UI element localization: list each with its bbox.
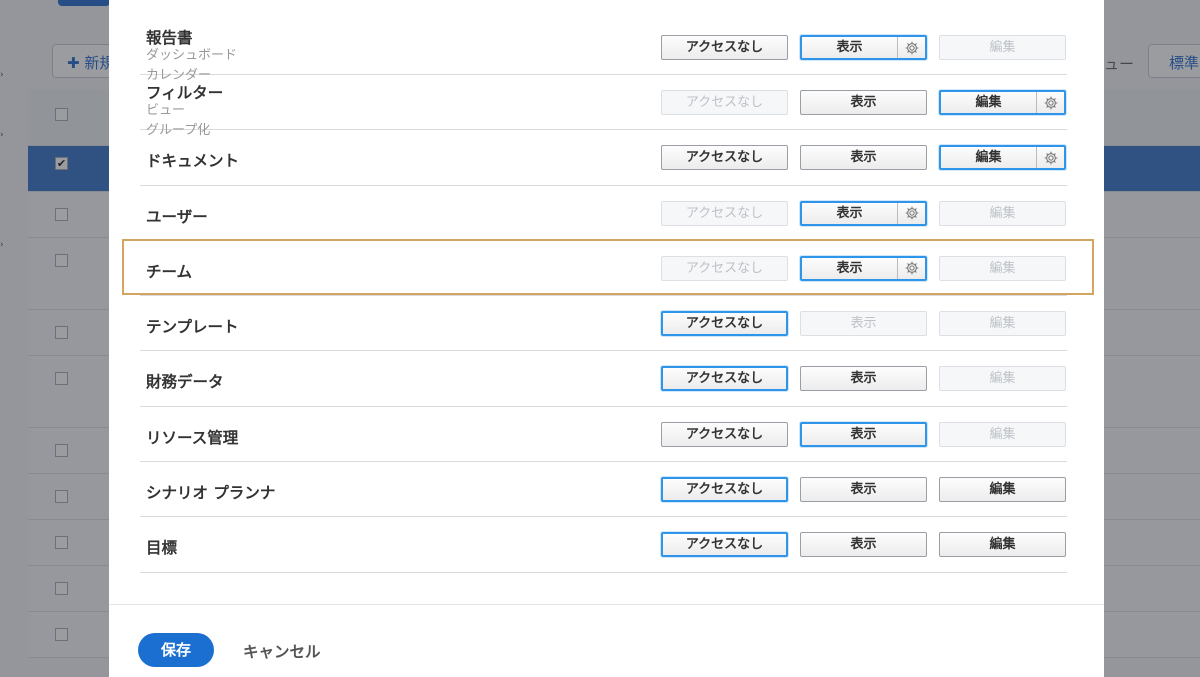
cancel-button[interactable]: キャンセル [243, 640, 321, 662]
view-button-label: 表示 [836, 260, 863, 276]
no-access-button[interactable]: アクセスなし [661, 311, 788, 337]
permission-name: 財務データ [146, 373, 224, 392]
modal-footer: 保存 キャンセル [109, 604, 1104, 677]
permission-row: ユーザー アクセスなし 表示 編集 [140, 186, 1067, 241]
permission-row: 目標 アクセスなし 表示 編集 [140, 517, 1067, 573]
edit-button-label: 編集 [989, 205, 1016, 221]
edit-button-label: 編集 [975, 95, 1002, 110]
no-access-button[interactable]: アクセスなし [661, 90, 788, 115]
permission-row: テンプレート アクセスなし 表示 編集 [140, 296, 1067, 352]
view-button-label: 表示 [836, 205, 863, 221]
edit-button-label: 編集 [989, 371, 1016, 387]
no-access-button[interactable]: アクセスなし [661, 200, 788, 226]
view-button[interactable]: 表示 [800, 311, 927, 337]
permission-name: テンプレート [146, 318, 239, 337]
edit-button-label: 編集 [989, 260, 1016, 276]
view-button-label: 表示 [850, 150, 877, 166]
edit-button-label: 編集 [989, 316, 1016, 332]
no-access-button[interactable]: アクセスなし [661, 366, 788, 392]
edit-button-label: 編集 [989, 40, 1016, 55]
view-button[interactable]: 表示 [800, 532, 927, 558]
no-access-button-label: アクセスなし [685, 371, 764, 387]
gear-icon[interactable] [897, 202, 925, 224]
view-button[interactable]: 表示 [800, 477, 927, 503]
no-access-button-label: アクセスなし [685, 95, 764, 110]
permission-name: リソース管理 [146, 428, 239, 447]
view-button[interactable]: 表示 [800, 200, 927, 226]
permission-name: 報告書 [146, 29, 193, 47]
view-button-label: 表示 [836, 40, 863, 55]
gear-icon[interactable] [897, 37, 925, 58]
edit-button[interactable]: 編集 [939, 255, 1066, 281]
permission-list: 報告書 ダッシュボード カレンダー アクセスなし 表示 編集 フィルター ビュー グループ化 アク… [140, 20, 1067, 573]
view-button[interactable]: 表示 [800, 255, 927, 281]
edit-button[interactable]: 編集 [939, 145, 1066, 171]
no-access-button[interactable]: アクセスなし [661, 35, 788, 60]
edit-button[interactable]: 編集 [939, 421, 1066, 447]
edit-button[interactable]: 編集 [939, 366, 1066, 392]
permission-row: 報告書 ダッシュボード カレンダー アクセスなし 表示 編集 [140, 20, 1067, 83]
no-access-button[interactable]: アクセスなし [661, 477, 788, 503]
edit-button[interactable]: 編集 [939, 477, 1066, 503]
edit-button[interactable]: 編集 [939, 532, 1066, 558]
no-access-button-label: アクセスなし [685, 482, 764, 498]
view-button-label: 表示 [850, 95, 877, 110]
no-access-button[interactable]: アクセスなし [661, 255, 788, 281]
view-button-label: 表示 [850, 482, 877, 498]
permission-sub-item: ビュー [146, 103, 186, 118]
view-button-label: 表示 [850, 537, 877, 553]
view-button-label: 表示 [850, 426, 877, 442]
no-access-button[interactable]: アクセスなし [661, 421, 788, 447]
no-access-button-label: アクセスなし [685, 205, 764, 221]
permission-name: ユーザー [146, 207, 208, 226]
permission-row: シナリオ プランナ アクセスなし 表示 編集 [140, 462, 1067, 518]
view-button[interactable]: 表示 [800, 421, 927, 447]
permissions-modal: 報告書 ダッシュボード カレンダー アクセスなし 表示 編集 フィルター ビュー グループ化 アク… [109, 0, 1104, 677]
view-button-label: 表示 [850, 316, 877, 332]
view-button[interactable]: 表示 [800, 90, 927, 115]
save-button[interactable]: 保存 [138, 633, 214, 667]
no-access-button-label: アクセスなし [685, 40, 764, 55]
permission-row: フィルター ビュー グループ化 アクセスなし 表示 編集 [140, 75, 1067, 138]
no-access-button-label: アクセスなし [685, 316, 764, 332]
no-access-button-label: アクセスなし [685, 426, 764, 442]
no-access-button[interactable]: アクセスなし [661, 532, 788, 558]
permission-name: シナリオ プランナ [146, 484, 276, 503]
permission-name: フィルター [146, 84, 224, 102]
no-access-button-label: アクセスなし [685, 537, 764, 553]
permission-row: ドキュメント アクセスなし 表示 編集 [140, 130, 1067, 186]
gear-icon[interactable] [1036, 147, 1064, 169]
gear-icon[interactable] [1036, 92, 1064, 113]
edit-button-label: 編集 [989, 482, 1016, 498]
view-button[interactable]: 表示 [800, 145, 927, 171]
no-access-button[interactable]: アクセスなし [661, 145, 788, 171]
view-button[interactable]: 表示 [800, 35, 927, 60]
edit-button-label: 編集 [989, 426, 1016, 442]
permission-row: 財務データ アクセスなし 表示 編集 [140, 351, 1067, 407]
permission-row: リソース管理 アクセスなし 表示 編集 [140, 407, 1067, 463]
permission-sub-item: ダッシュボード [146, 48, 238, 63]
permission-name: 目標 [146, 539, 178, 558]
no-access-button-label: アクセスなし [685, 150, 764, 166]
edit-button[interactable]: 編集 [939, 90, 1066, 115]
edit-button-label: 編集 [989, 537, 1016, 553]
permission-row: チーム アクセスなし 表示 編集 [140, 241, 1067, 297]
view-button[interactable]: 表示 [800, 366, 927, 392]
no-access-button-label: アクセスなし [685, 260, 764, 276]
edit-button[interactable]: 編集 [939, 311, 1066, 337]
edit-button[interactable]: 編集 [939, 35, 1066, 60]
edit-button-label: 編集 [975, 150, 1002, 166]
permission-name: ドキュメント [146, 152, 240, 171]
permission-name: チーム [146, 262, 193, 281]
gear-icon[interactable] [897, 257, 925, 279]
edit-button[interactable]: 編集 [939, 200, 1066, 226]
view-button-label: 表示 [850, 371, 877, 387]
